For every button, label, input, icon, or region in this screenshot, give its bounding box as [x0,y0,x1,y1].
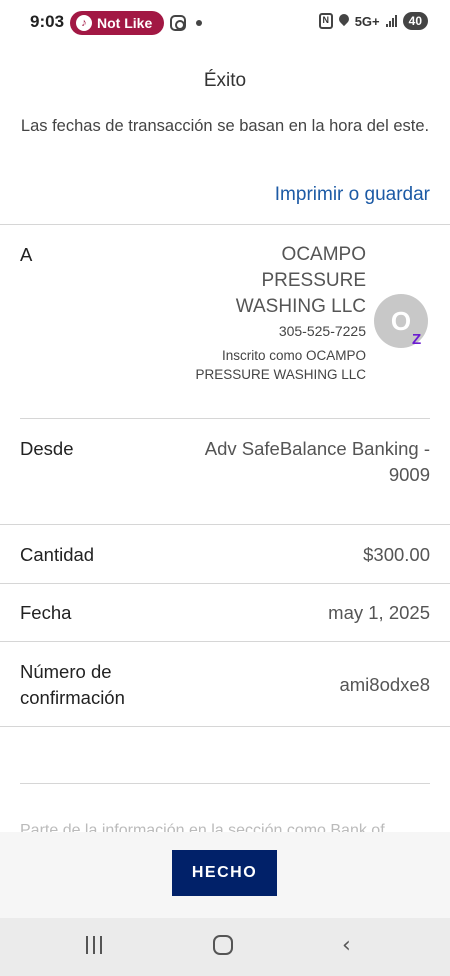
system-nav-bar: ‹ [0,918,450,976]
confirmation-label: Número de confirmación [20,661,125,708]
amount-label: Cantidad [20,544,95,565]
zelle-badge-icon: Z [412,331,422,348]
music-note-icon: ♪ [76,15,92,31]
from-label: Desde [20,438,74,459]
divider [0,641,450,642]
payee-name: OCAMPO PRESSURE WASHING LLC [235,244,366,317]
disclaimer-text: Parte de la información en la sección co… [20,822,385,832]
notification-pill-label: Not Like [97,15,153,31]
divider [0,224,450,225]
status-bar: 9:03 ♪ Not Like N 5G+ 40 [0,0,450,46]
to-label: A [20,244,33,265]
recent-apps-icon[interactable] [86,936,102,954]
more-notifications-dot-icon [196,20,202,26]
payee-enrolled-as: Inscrito como OCAMPO PRESSURE WASHING LL… [195,348,366,382]
date-value: may 1, 2025 [328,602,430,623]
back-icon[interactable]: ‹ [342,933,351,958]
notification-pill[interactable]: ♪ Not Like [70,11,164,35]
battery-indicator: 40 [402,12,428,30]
divider [0,583,450,584]
done-button[interactable]: HECHO [172,850,277,896]
page-header: Éxito [0,46,450,110]
instagram-icon [170,15,186,31]
status-time: 9:03 [30,12,65,31]
location-icon [339,14,349,28]
divider [20,418,430,419]
signal-icon [385,15,397,27]
divider [20,783,430,784]
payee-phone: 305-525-7225 [278,323,366,339]
network-type: 5G+ [354,13,380,29]
confirmation-number: ami8odxe8 [339,674,430,695]
print-or-save-link[interactable]: Imprimir o guardar [275,184,430,206]
footer: HECHO [0,832,450,918]
timezone-notice: Las fechas de transacción se basan en la… [20,117,430,135]
home-icon[interactable] [213,935,233,955]
divider [0,524,450,525]
from-account: Adv SafeBalance Banking - 9009 [204,438,430,485]
nfc-icon: N [318,13,333,29]
status-indicators: N 5G+ 40 [318,12,428,30]
date-label: Fecha [20,602,72,623]
amount-value: $300.00 [363,544,430,565]
divider [0,726,450,727]
page-title: Éxito [203,70,247,91]
transaction-details: Las fechas de transacción se basan en la… [0,110,450,832]
